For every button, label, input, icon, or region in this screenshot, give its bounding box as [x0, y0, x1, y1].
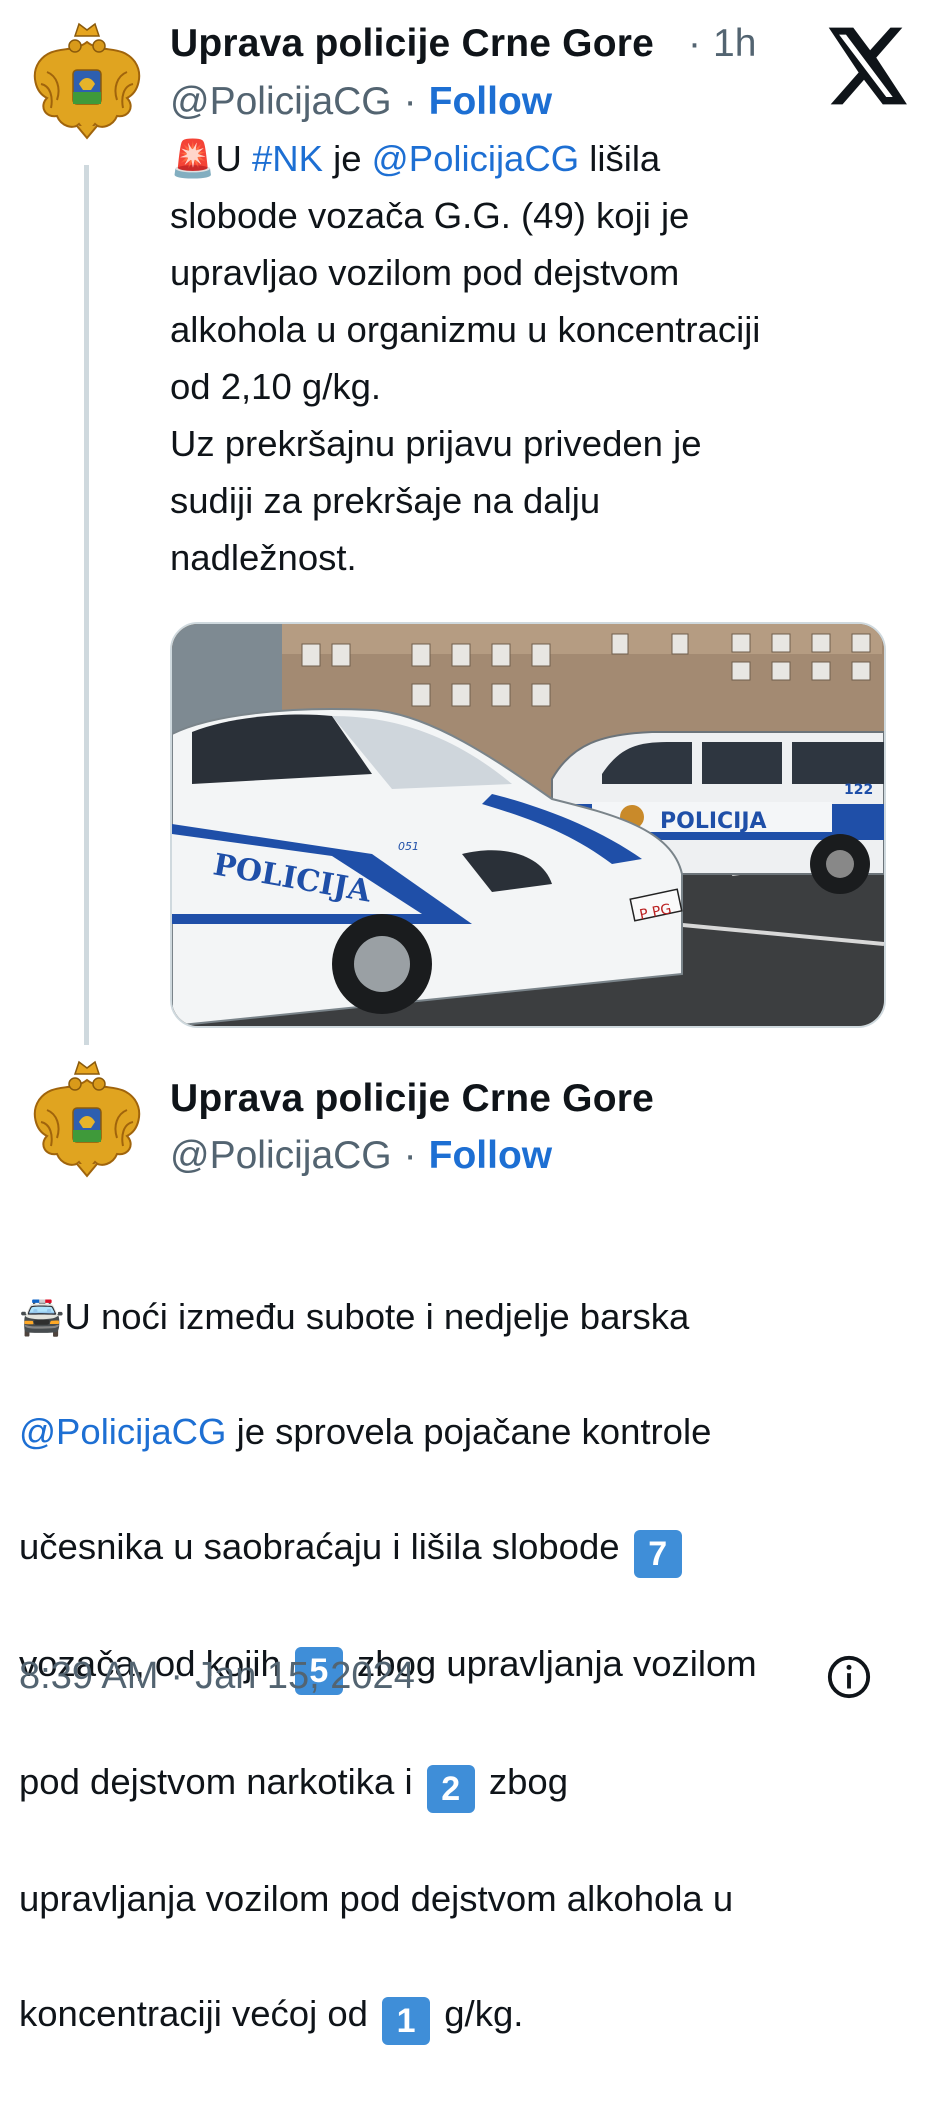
- post-time[interactable]: 1h: [713, 22, 756, 65]
- follow-button[interactable]: Follow: [429, 1134, 552, 1177]
- text-line: @PolicijaCG je sprovela pojačane kontrol…: [19, 1403, 919, 1461]
- post-time-row: · 1h: [676, 22, 756, 66]
- text-line: 🚔U noći između subote i nedjelje barska: [19, 1288, 919, 1346]
- car-number: 051: [398, 840, 419, 853]
- info-icon[interactable]: [826, 1654, 872, 1700]
- text-segment: U noći između subote i nedjelje barska: [64, 1295, 690, 1337]
- author-name[interactable]: Uprava policije Crne Gore: [170, 22, 654, 66]
- follow-button[interactable]: Follow: [429, 80, 552, 123]
- text-segment: g/kg.: [434, 1993, 524, 2034]
- avatar[interactable]: [17, 1052, 157, 1192]
- timestamp[interactable]: 8:39 AM: [19, 1655, 158, 1697]
- police-cars-image: POLICIJA 122 POLICIJA 051 P PG: [172, 624, 884, 1026]
- tweet-photo[interactable]: POLICIJA 122 POLICIJA 051 P PG: [170, 622, 886, 1028]
- text-segment: lišila slobode vozača G.G. (49) koji je …: [170, 138, 761, 578]
- text-segment: je sprovela pojačane kontrole: [226, 1410, 712, 1452]
- van-text: POLICIJA: [660, 809, 767, 834]
- separator-dot: ·: [688, 22, 701, 65]
- text-line: upravljanja vozilom pod dejstvom alkohol…: [19, 1870, 919, 1928]
- text-segment: U: [215, 138, 252, 179]
- police-car-emoji: 🚔: [19, 1295, 65, 1337]
- keycap-number: 1: [382, 1997, 431, 2045]
- text-segment: zbog: [478, 1760, 569, 1802]
- coat-of-arms-icon: [33, 1060, 141, 1178]
- text-segment: pod dejstvom narkotika i: [19, 1760, 423, 1802]
- date[interactable]: Jan 15, 2024: [195, 1655, 415, 1697]
- hashtag-link[interactable]: #NK: [252, 138, 323, 179]
- text-segment: učesnika u saobraćaju i lišila slobode: [19, 1525, 630, 1567]
- author-name[interactable]: Uprava policije Crne Gore: [170, 1077, 654, 1121]
- siren-emoji: 🚨: [170, 138, 216, 179]
- author-handle[interactable]: @PolicijaCG: [170, 80, 392, 123]
- text-segment: je: [322, 138, 372, 179]
- separator-dot: ·: [403, 1134, 417, 1177]
- text-line: koncentraciji većoj od 1 g/kg.: [19, 1985, 919, 2045]
- coat-of-arms-icon: [33, 22, 141, 140]
- avatar[interactable]: [17, 14, 157, 154]
- van-number: 122: [844, 782, 873, 798]
- mention-link[interactable]: @PolicijaCG: [372, 138, 579, 179]
- timestamp-row: 8:39 AM · Jan 15, 2024: [19, 1655, 415, 1698]
- thread-connector-line: [84, 165, 89, 1045]
- handle-row: @PolicijaCG · Follow: [170, 1134, 552, 1178]
- text-line: učesnika u saobraćaju i lišila slobode 7: [19, 1518, 919, 1578]
- separator-dot: ·: [170, 1655, 184, 1697]
- mention-link[interactable]: @PolicijaCG: [19, 1411, 226, 1452]
- keycap-number: 2: [426, 1764, 475, 1813]
- separator-dot: ·: [403, 80, 417, 123]
- text-line: pod dejstvom narkotika i 2 zbog: [19, 1753, 919, 1813]
- x-logo-icon[interactable]: [818, 20, 910, 112]
- author-handle[interactable]: @PolicijaCG: [170, 1134, 392, 1177]
- text-segment: koncentraciji većoj od: [19, 1993, 379, 2034]
- handle-row: @PolicijaCG · Follow: [170, 80, 552, 124]
- tweet-text: 🚨U #NK je @PolicijaCG lišila slobode voz…: [170, 130, 910, 586]
- text-segment: upravljanja vozilom pod dejstvom alkohol…: [19, 1878, 734, 1919]
- keycap-number: 7: [633, 1529, 682, 1578]
